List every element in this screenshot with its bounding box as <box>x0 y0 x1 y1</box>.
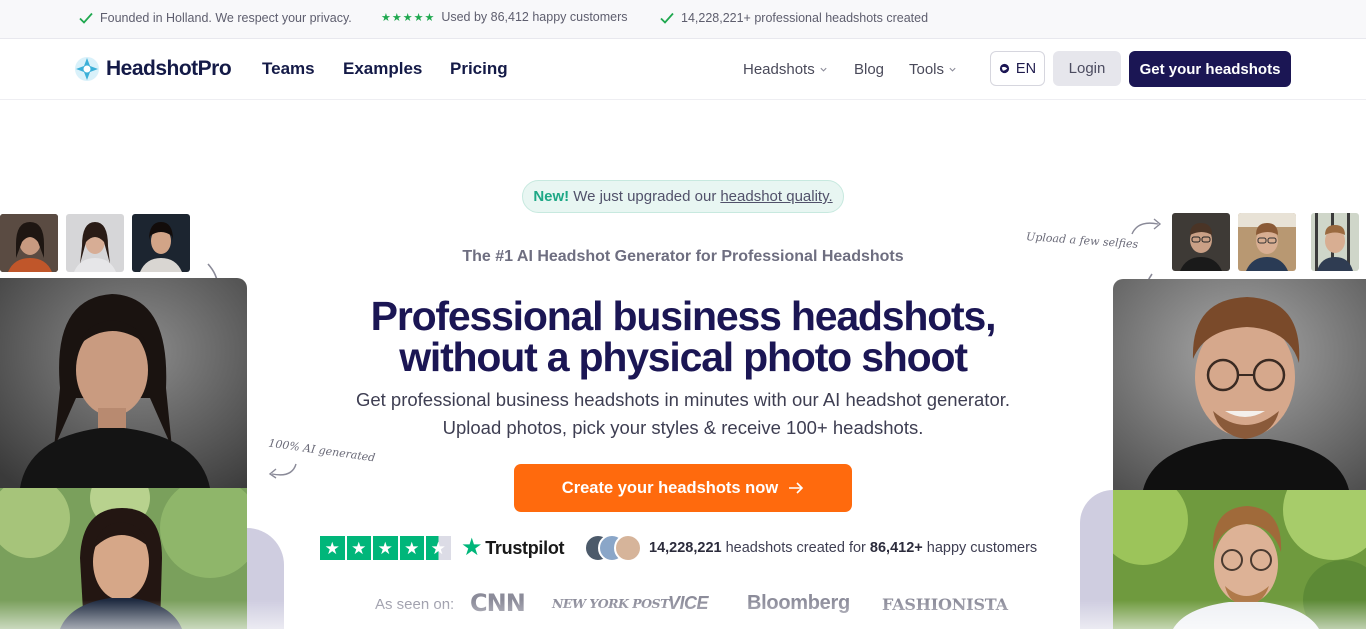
announcement-pill: New! We just upgraded our headshot quali… <box>522 180 844 213</box>
star-icon: ★ <box>399 536 424 560</box>
trustpilot-rating: ★ ★ ★ ★ ★ <box>320 536 451 560</box>
star-icon: ★ <box>320 536 345 560</box>
customers-note: ★★★★★ Used by 86,412 happy customers <box>381 10 628 24</box>
star-icon: ★★★★★ <box>381 11 436 24</box>
customers-note-text: Used by 86,412 happy customers <box>441 10 628 24</box>
stat-customer-count: 86,412+ <box>869 540 923 556</box>
star-icon: ★ <box>346 536 371 560</box>
create-headshots-button[interactable]: Create your headshots now <box>514 464 852 512</box>
chevron-down-icon <box>949 67 956 72</box>
new-badge: New! <box>533 188 570 205</box>
stat-end-text: happy customers <box>926 540 1038 556</box>
trustpilot-wordmark: Trustpilot <box>485 537 565 558</box>
headshots-count-text: 14,228,221+ professional headshots creat… <box>681 11 929 25</box>
privacy-note-text: Founded in Holland. We respect your priv… <box>100 11 352 25</box>
get-headshots-button[interactable]: Get your headshots <box>1129 51 1291 87</box>
globe-icon <box>999 63 1010 74</box>
result-headshot-man-dark <box>1113 279 1366 490</box>
brand-name: HeadshotPro <box>106 57 232 80</box>
chevron-down-icon <box>820 67 827 72</box>
nav-link-teams[interactable]: Teams <box>262 59 315 79</box>
nav-dropdown-headshots-label: Headshots <box>743 61 815 78</box>
privacy-note: Founded in Holland. We respect your priv… <box>78 10 352 26</box>
customer-avatars <box>584 534 644 562</box>
announcement-text: We just upgraded our <box>573 188 717 205</box>
brand-logo[interactable]: HeadshotPro <box>74 56 232 82</box>
headshots-count-note: 14,228,221+ professional headshots creat… <box>659 10 928 26</box>
stat-mid-text: headshots created for <box>725 540 866 556</box>
star-icon: ★ <box>373 536 398 560</box>
headline-line-1: Professional business headshots, <box>370 293 997 339</box>
sample-headshot-woman-dark <box>0 278 247 488</box>
logo-icon <box>75 57 99 81</box>
curved-arrow-icon <box>1131 218 1162 235</box>
press-logo-nypost: NEW YORK POST <box>552 596 669 611</box>
top-info-bar: Founded in Holland. We respect your priv… <box>0 0 1366 39</box>
avatar <box>614 534 642 562</box>
press-logo-vice: VICE <box>668 593 709 613</box>
result-headshot-man-park <box>1113 490 1366 629</box>
sample-headshot-woman-park <box>0 488 247 629</box>
hero-headline: Professional business headshots, without… <box>283 296 1083 378</box>
main-nav: HeadshotPro Teams Examples Pricing Heads… <box>0 39 1366 100</box>
decorative-blob-right <box>1080 490 1113 629</box>
press-logo-cnn: CNN <box>470 589 526 617</box>
trustpilot-logo[interactable]: ★ Trustpilot <box>461 534 565 561</box>
press-logo-fashionista: FASHIONISTA <box>882 595 1008 614</box>
as-seen-on-label: As seen on: <box>375 596 455 613</box>
customers-stat: 14,228,221 headshots created for 86,412+… <box>649 540 1037 556</box>
half-star-icon: ★ <box>426 536 451 560</box>
language-label: EN <box>1015 60 1037 77</box>
nav-link-blog[interactable]: Blog <box>854 61 884 78</box>
arrow-right-icon <box>789 482 804 494</box>
headshot-quality-link[interactable]: headshot quality. <box>720 188 832 205</box>
trustpilot-star-icon: ★ <box>461 534 483 561</box>
language-switcher[interactable]: EN <box>990 51 1045 86</box>
decorative-blob-left <box>247 528 284 629</box>
curved-arrow-icon <box>268 463 297 479</box>
nav-dropdown-tools[interactable]: Tools <box>909 61 957 78</box>
headline-line-2: without a physical photo shoot <box>399 334 968 380</box>
stat-headshot-count: 14,228,221 <box>649 540 722 556</box>
check-icon <box>79 12 93 24</box>
create-headshots-label: Create your headshots now <box>561 478 779 497</box>
hero-kicker: The #1 AI Headshot Generator for Profess… <box>462 248 904 265</box>
hero-subtitle: Get professional business headshots in m… <box>355 389 1011 438</box>
nav-link-examples[interactable]: Examples <box>343 59 422 79</box>
press-logo-bloomberg: Bloomberg <box>747 592 850 614</box>
nav-dropdown-tools-label: Tools <box>909 61 945 78</box>
check-icon <box>660 12 674 24</box>
nav-link-pricing[interactable]: Pricing <box>450 59 508 79</box>
login-button[interactable]: Login <box>1053 51 1121 86</box>
nav-dropdown-headshots[interactable]: Headshots <box>743 61 828 78</box>
